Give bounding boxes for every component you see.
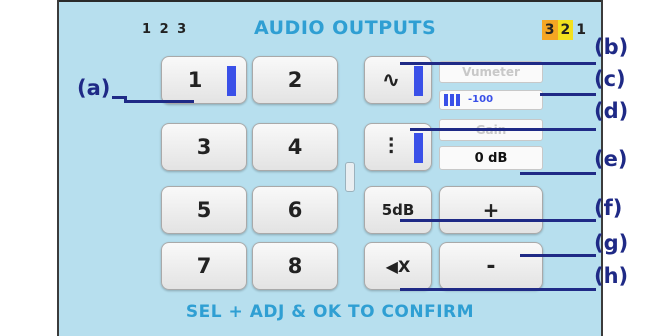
key-6-label: 6 — [287, 198, 303, 222]
key-2-label: 2 — [287, 68, 303, 92]
callout-g: (g) — [594, 231, 629, 255]
key-2-button[interactable]: 2 — [252, 56, 338, 104]
gain-value: 0 dB — [474, 150, 508, 166]
right-indicators: 3 2 1 — [541, 20, 589, 40]
step-5db-button[interactable]: 5dB — [364, 186, 432, 234]
callout-d: (d) — [594, 99, 629, 123]
key-8-button[interactable]: 8 — [252, 242, 338, 290]
selection-bar — [414, 66, 423, 96]
footer-hint: SEL + ADJ & OK TO CONFIRM — [185, 302, 475, 322]
selection-bar — [414, 133, 423, 163]
vumeter-segment — [450, 94, 454, 106]
key-8-label: 8 — [287, 254, 303, 278]
callout-a: (a) — [77, 76, 111, 100]
key-4-button[interactable]: 4 — [252, 123, 338, 171]
vumeter-display: -100 — [439, 90, 543, 110]
page-title: AUDIO OUTPUTS — [254, 17, 437, 39]
key-7-button[interactable]: 7 — [161, 242, 247, 290]
mute-button[interactable]: ◀X — [364, 242, 432, 290]
plus-button[interactable]: + — [439, 186, 543, 234]
callout-b: (b) — [594, 35, 629, 59]
leader-h — [400, 288, 596, 291]
minus-label: - — [486, 253, 496, 279]
leader-g — [520, 254, 596, 257]
indicator-3: 3 — [541, 20, 558, 40]
minus-button[interactable]: - — [439, 242, 543, 290]
callout-c: (c) — [594, 67, 626, 91]
vumeter-segment — [444, 94, 448, 106]
vumeter-segment — [456, 94, 460, 106]
leader-f — [400, 219, 596, 222]
vumeter-value: -100 — [468, 94, 494, 105]
leader-c — [540, 93, 596, 96]
key-1-label: 1 — [187, 68, 203, 92]
indicator-2: 2 — [557, 20, 574, 40]
audio-outputs-panel: 1 2 3 AUDIO OUTPUTS 3 2 1 1 2 3 4 5 6 7 … — [57, 0, 603, 336]
key-6-button[interactable]: 6 — [252, 186, 338, 234]
panel-divider — [345, 162, 355, 192]
key-1-button[interactable]: 1 — [161, 56, 247, 104]
mixer-icon: ⫶ — [388, 134, 394, 160]
key-3-label: 3 — [196, 135, 212, 159]
callout-f: (f) — [594, 196, 623, 220]
callout-e: (e) — [594, 147, 628, 171]
selection-bar — [227, 66, 236, 96]
leader-d — [410, 128, 596, 131]
key-5-button[interactable]: 5 — [161, 186, 247, 234]
step-label: 5dB — [381, 201, 415, 219]
vumeter-label: Vumeter — [462, 65, 520, 79]
key-4-label: 4 — [287, 135, 303, 159]
key-7-label: 7 — [196, 254, 212, 278]
top-border — [59, 0, 601, 2]
leader-e — [520, 172, 596, 175]
key-5-label: 5 — [196, 198, 212, 222]
leader-b — [400, 62, 596, 65]
mute-icon: ◀X — [385, 256, 411, 276]
gain-value-field: 0 dB — [439, 146, 543, 170]
key-3-button[interactable]: 3 — [161, 123, 247, 171]
leader-a-end — [124, 100, 194, 103]
waveform-icon: ∿ — [381, 67, 401, 93]
indicator-1: 1 — [576, 22, 586, 38]
left-indicators: 1 2 3 — [142, 22, 189, 37]
callout-h: (h) — [594, 264, 629, 288]
